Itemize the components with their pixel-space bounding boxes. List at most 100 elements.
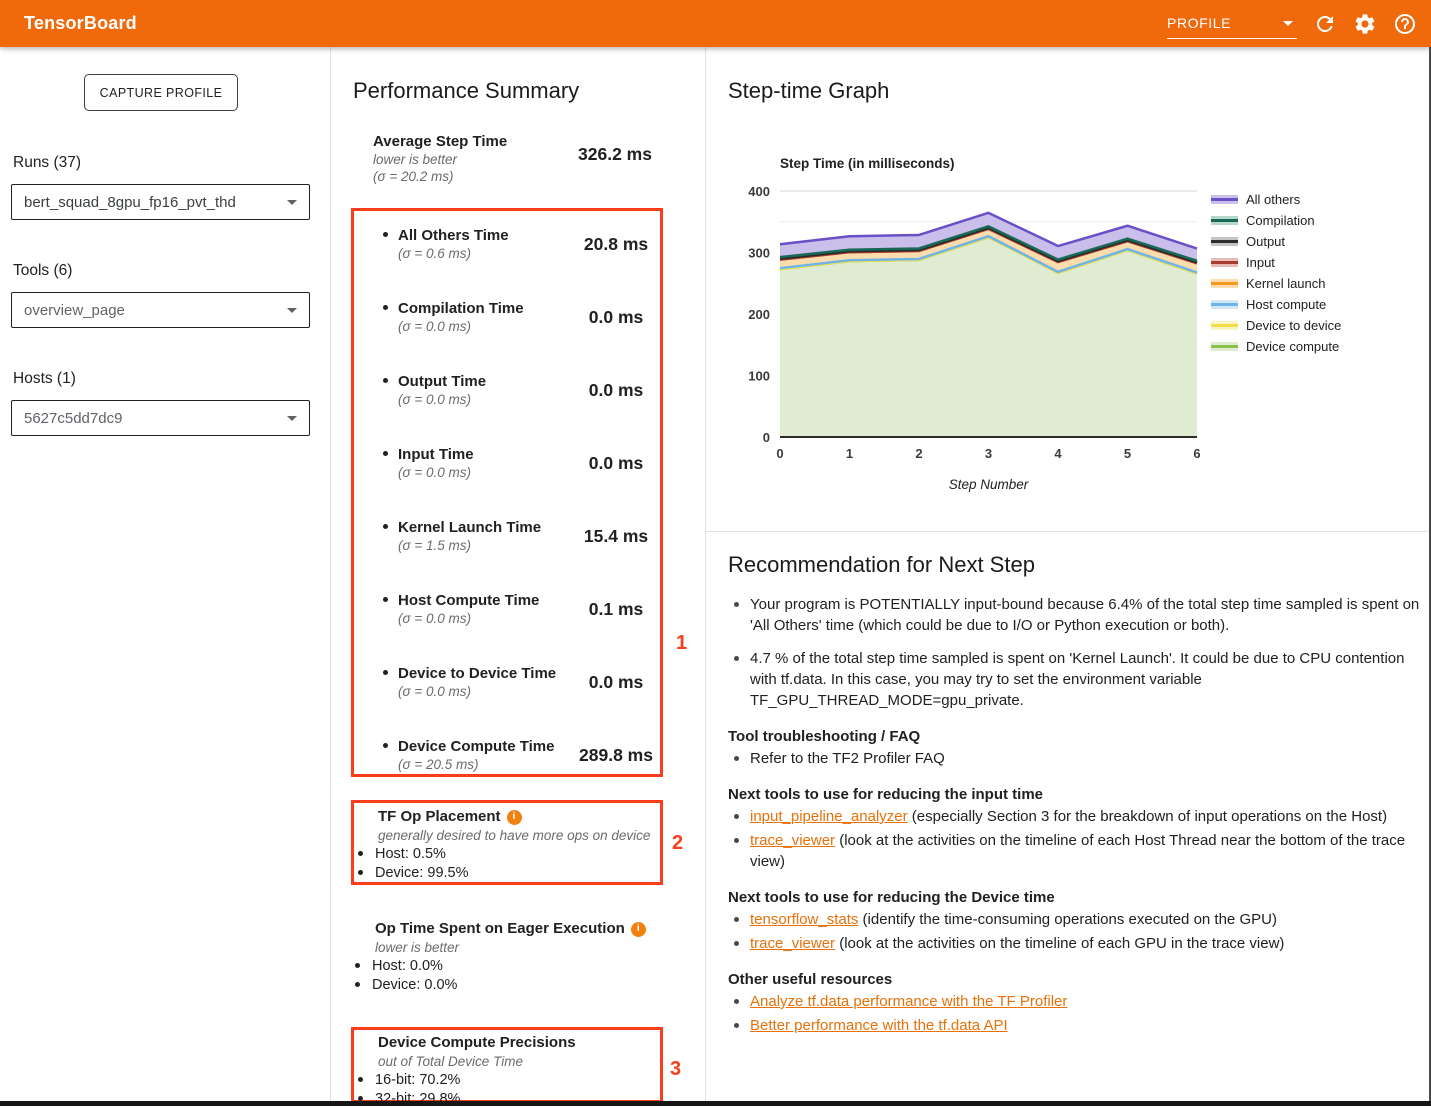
list-item: Device: 0.0% [355, 976, 655, 995]
info-icon[interactable]: i [631, 922, 646, 937]
metric-label: Compilation Time [398, 299, 524, 318]
eager-execution-block: Op Time Spent on Eager Execution i lower… [355, 920, 655, 994]
bullet-icon [383, 451, 388, 456]
resource-link[interactable]: Better performance with the tf.data API [750, 1017, 1008, 1034]
metric-row: All Others Time(σ = 0.6 ms) 20.8 ms [383, 226, 663, 284]
dropdown-caret-icon [1283, 21, 1293, 26]
tf-op-placement-note: generally desired to have more ops on de… [358, 827, 658, 846]
bullet-icon [358, 1077, 363, 1082]
svg-text:5: 5 [1124, 446, 1131, 461]
bullet-icon [734, 1023, 739, 1028]
tool-link[interactable]: trace_viewer [750, 935, 835, 952]
eager-execution-note: lower is better [355, 939, 655, 958]
metric-value: 20.8 ms [561, 234, 671, 255]
runs-select[interactable]: bert_squad_8gpu_fp16_pvt_thd [11, 184, 310, 220]
metric-sigma: (σ = 0.0 ms) [398, 318, 524, 335]
tools-select[interactable]: overview_page [11, 292, 310, 328]
bullet-icon [734, 602, 739, 607]
bullet-icon [383, 597, 388, 602]
legend-swatch-icon [1211, 300, 1238, 309]
bullet-icon [383, 743, 388, 748]
legend-label: Output [1246, 234, 1285, 249]
metric-label: Host Compute Time [398, 591, 539, 610]
legend-swatch-icon [1211, 279, 1238, 288]
bullet-icon [734, 756, 739, 761]
metric-sigma: (σ = 0.0 ms) [398, 391, 486, 408]
metric-value: 0.0 ms [561, 380, 671, 401]
bullet-icon [355, 982, 360, 987]
bullet-icon [383, 305, 388, 310]
annotation-number-2: 2 [672, 832, 683, 855]
svg-text:100: 100 [748, 369, 770, 384]
legend-swatch-icon [1211, 216, 1238, 225]
recommendation-bullet: Better performance with the tf.data API [728, 1015, 1420, 1036]
bullet-icon [355, 963, 360, 968]
bullet-icon [734, 999, 739, 1004]
dashboard-select-value: PROFILE [1167, 15, 1231, 31]
tools-select-value: overview_page [24, 302, 125, 319]
bullet-icon [734, 814, 739, 819]
svg-text:4: 4 [1054, 446, 1062, 461]
info-icon[interactable]: i [507, 810, 522, 825]
dashboard-select[interactable]: PROFILE [1167, 9, 1297, 39]
help-icon[interactable] [1393, 12, 1417, 36]
metric-value: 0.0 ms [561, 672, 671, 693]
legend-item: Kernel launch [1211, 273, 1341, 294]
metric-value: 326.2 ms [560, 144, 670, 165]
capture-profile-button[interactable]: CAPTURE PROFILE [84, 74, 238, 111]
legend-item: Device to device [1211, 315, 1341, 336]
tool-link[interactable]: trace_viewer [750, 832, 835, 849]
dropdown-caret-icon [287, 308, 297, 313]
bullet-icon [383, 670, 388, 675]
legend-item: Compilation [1211, 210, 1341, 231]
metric-value: 0.0 ms [561, 307, 671, 328]
metric-value: 15.4 ms [561, 526, 671, 547]
group-heading: Next tools to use for reducing the Devic… [728, 889, 1420, 906]
metric-label: Device to Device Time [398, 664, 556, 683]
metric-row: Kernel Launch Time(σ = 1.5 ms) 15.4 ms [383, 518, 663, 576]
svg-text:2: 2 [915, 446, 922, 461]
recommendation-bullet: input_pipeline_analyzer (especially Sect… [728, 806, 1420, 827]
legend-label: Device to device [1246, 318, 1341, 333]
chart-legend: All others Compilation Output Input Kernel l… [1211, 189, 1341, 357]
graph-recommendation-divider [705, 531, 1429, 532]
tool-link[interactable]: input_pipeline_analyzer [750, 808, 908, 825]
svg-text:400: 400 [748, 184, 770, 199]
group-heading: Next tools to use for reducing the input… [728, 786, 1420, 803]
legend-swatch-icon [1211, 195, 1238, 204]
recommendation-bullet: trace_viewer (look at the activities on … [728, 933, 1420, 954]
reload-icon[interactable] [1313, 12, 1337, 36]
legend-swatch-icon [1211, 342, 1238, 351]
precisions-title: Device Compute Precisions [358, 1034, 658, 1053]
svg-text:200: 200 [748, 307, 770, 322]
bullet-icon [383, 378, 388, 383]
legend-swatch-icon [1211, 258, 1238, 267]
legend-label: Compilation [1246, 213, 1315, 228]
svg-text:6: 6 [1193, 446, 1200, 461]
settings-icon[interactable] [1353, 12, 1377, 36]
app-header: TensorBoard PROFILE [0, 0, 1431, 47]
legend-item: All others [1211, 189, 1341, 210]
legend-label: Input [1246, 255, 1275, 270]
tool-link[interactable]: tensorflow_stats [750, 911, 858, 928]
bullet-icon [383, 524, 388, 529]
metric-sigma: (σ = 0.0 ms) [398, 464, 474, 481]
bullet-icon [383, 232, 388, 237]
legend-item: Host compute [1211, 294, 1341, 315]
legend-item: Input [1211, 252, 1341, 273]
annotation-number-3: 3 [670, 1058, 681, 1081]
hosts-select[interactable]: 5627c5dd7dc9 [11, 400, 310, 436]
svg-text:Step Time (in milliseconds): Step Time (in milliseconds) [780, 156, 955, 171]
recommendation-bullet: Your program is POTENTIALLY input-bound … [728, 594, 1420, 636]
svg-text:0: 0 [776, 446, 783, 461]
runs-label: Runs (37) [13, 154, 81, 172]
metric-label: Device Compute Time [398, 737, 554, 756]
legend-label: Device compute [1246, 339, 1339, 354]
svg-text:0: 0 [763, 430, 770, 445]
precisions-note: out of Total Device Time [358, 1053, 658, 1072]
resource-link[interactable]: Analyze tf.data performance with the TF … [750, 993, 1067, 1010]
tools-label: Tools (6) [13, 262, 72, 280]
bullet-icon [358, 870, 363, 875]
bullet-icon [734, 917, 739, 922]
svg-text:Step Number: Step Number [949, 477, 1029, 492]
